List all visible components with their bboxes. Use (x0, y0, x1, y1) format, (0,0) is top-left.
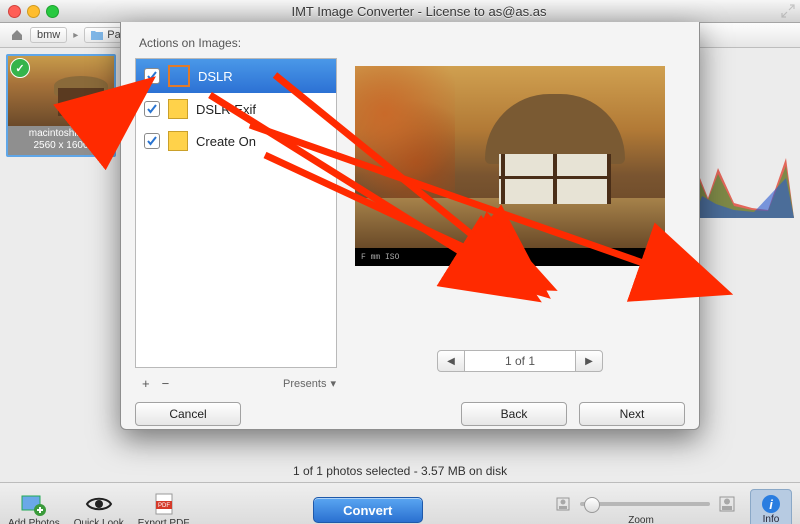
checkbox[interactable] (144, 101, 160, 117)
actions-sheet: Actions on Images: DSLR DSLR Exif Creat (120, 22, 700, 430)
home-icon[interactable] (10, 28, 24, 42)
action-item-create-on[interactable]: Create On (136, 125, 336, 157)
action-item-dslr[interactable]: DSLR (136, 59, 336, 93)
zoom-control: Zoom (546, 495, 736, 524)
folder-icon (91, 30, 103, 40)
preview-image: F mm ISO (355, 66, 665, 266)
window-title: IMT Image Converter - License to as@as.a… (59, 4, 779, 19)
tool-label: Quick Look (74, 518, 124, 524)
action-label: DSLR Exif (196, 102, 256, 117)
pager-prev-button[interactable]: ◀ (437, 350, 465, 372)
add-action-button[interactable]: + (136, 376, 156, 391)
action-label: Create On (196, 134, 256, 149)
pager: ◀ 1 of 1 ▶ (437, 350, 603, 372)
cancel-button[interactable]: Cancel (135, 402, 241, 426)
preview-bar-left: F mm ISO (361, 253, 399, 262)
exif-tag-icon (168, 131, 188, 151)
slider-knob[interactable] (584, 497, 600, 513)
tool-label: Zoom (628, 515, 654, 524)
back-button[interactable]: Back (461, 402, 567, 426)
thumbnail-caption: macintoshim... 2560 x 1600 (8, 126, 114, 155)
preview-panel: F mm ISO ◀ 1 of 1 ▶ (355, 58, 685, 368)
next-button[interactable]: Next (579, 402, 685, 426)
pager-next-button[interactable]: ▶ (575, 350, 603, 372)
checkbox[interactable] (144, 133, 160, 149)
add-photos-icon (20, 492, 48, 516)
exif-tag-icon (168, 99, 188, 119)
zoom-slider[interactable] (580, 502, 710, 506)
chevron-right-icon: ▸ (73, 30, 78, 41)
histogram (694, 148, 794, 218)
bottom-toolbar: Add Photos Quick Look PDF Export PDF Con… (0, 482, 800, 524)
breadcrumb-item[interactable]: bmw (30, 27, 67, 43)
quick-look-button[interactable]: Quick Look (74, 492, 124, 524)
titlebar: IMT Image Converter - License to as@as.a… (0, 0, 800, 23)
tool-label: Add Photos (8, 518, 60, 524)
thumbnail-filename: macintoshim... (8, 128, 114, 140)
close-window-button[interactable] (8, 5, 21, 18)
breadcrumb-label: bmw (37, 29, 60, 41)
eye-icon (85, 492, 113, 516)
orange-box-icon (168, 65, 190, 87)
thumbnail-panel: ✓ macintoshim... 2560 x 1600 (0, 48, 120, 458)
traffic-lights (8, 5, 59, 18)
convert-button[interactable]: Convert (313, 497, 423, 523)
thumbnail-dims: 2560 x 1600 (8, 140, 114, 152)
pager-info: 1 of 1 (465, 350, 575, 372)
thumbnail[interactable]: ✓ macintoshim... 2560 x 1600 (6, 54, 116, 157)
export-pdf-button[interactable]: PDF Export PDF (138, 492, 190, 524)
convert-button-wrap: Convert (313, 497, 423, 523)
fullscreen-corner-icon[interactable] (779, 2, 797, 20)
action-label: DSLR (198, 69, 233, 84)
actions-list: DSLR DSLR Exif Create On + − Presents (135, 58, 337, 368)
info-button[interactable]: i Info (750, 489, 792, 524)
zoom-large-icon (718, 495, 736, 513)
checkbox[interactable] (144, 68, 160, 84)
pdf-icon: PDF (150, 492, 178, 516)
selected-checkmark-icon: ✓ (10, 58, 30, 78)
tool-label: Info (763, 514, 780, 524)
presents-label: Presents (283, 378, 326, 390)
tool-label: Export PDF (138, 518, 190, 524)
svg-text:PDF: PDF (158, 503, 170, 509)
add-photos-button[interactable]: Add Photos (8, 492, 60, 524)
presents-menu[interactable]: Presents ▾ (283, 377, 336, 390)
chevron-down-icon: ▾ (330, 377, 336, 390)
info-icon: i (762, 495, 780, 513)
zoom-small-icon (554, 495, 572, 513)
sheet-header: Actions on Images: (139, 36, 685, 50)
zoom-window-button[interactable] (46, 5, 59, 18)
action-item-dslr-exif[interactable]: DSLR Exif (136, 93, 336, 125)
status-bar: 1 of 1 photos selected - 3.57 MB on disk (0, 458, 800, 482)
minimize-window-button[interactable] (27, 5, 40, 18)
remove-action-button[interactable]: − (156, 376, 176, 391)
